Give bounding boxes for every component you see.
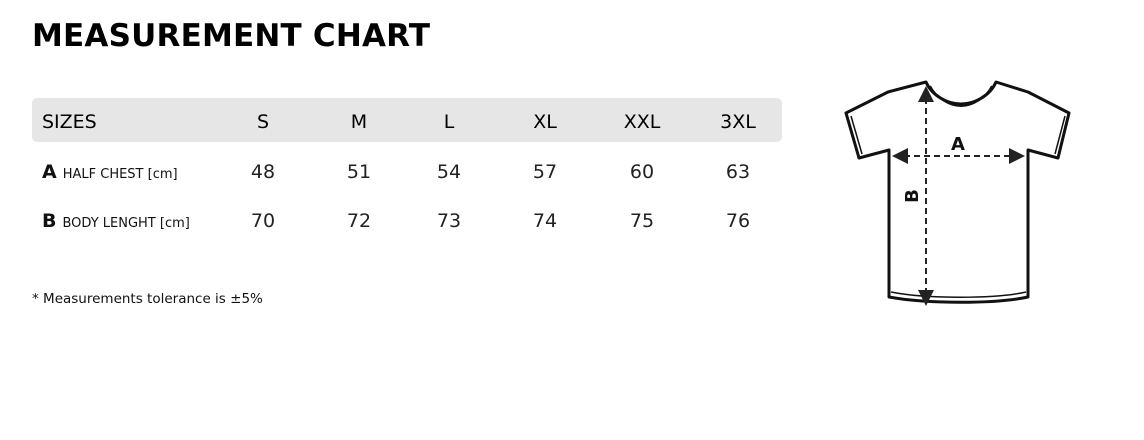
table-cell: 75 [629, 210, 655, 232]
header-size-xxl: XXL [623, 111, 661, 133]
table-cell: 73 [436, 210, 462, 232]
table-cell: 51 [346, 161, 372, 183]
table-cell: 54 [436, 161, 462, 183]
page-title: MEASUREMENT CHART [32, 18, 431, 54]
header-size-3xl: 3XL [720, 111, 756, 133]
tolerance-note: * Measurements tolerance is ±5% [32, 291, 263, 307]
header-size-l: L [443, 111, 455, 133]
tshirt-outline [844, 80, 1071, 304]
row-text-body-length: BODY LENGHT [cm] [62, 216, 190, 231]
row-label-body-length: B BODY LENGHT [cm] [42, 210, 190, 232]
tshirt-icon: A B [844, 80, 1071, 306]
table-cell: 63 [725, 161, 751, 183]
table-cell: 48 [250, 161, 276, 183]
header-sizes-label: SIZES [42, 111, 97, 133]
row-letter-b: B [42, 210, 57, 232]
row-text-half-chest: HALF CHEST [cm] [62, 167, 178, 182]
row-label-half-chest: A HALF CHEST [cm] [42, 161, 178, 183]
header-size-s: S [256, 111, 270, 133]
table-cell: 57 [532, 161, 558, 183]
diagram-label-b: B [902, 189, 923, 203]
table-cell: 76 [725, 210, 751, 232]
diagram-label-a: A [951, 134, 965, 155]
row-letter-a: A [42, 161, 57, 183]
header-size-xl: XL [533, 111, 557, 133]
table-cell: 70 [250, 210, 276, 232]
header-size-m: M [350, 111, 368, 133]
table-cell: 72 [346, 210, 372, 232]
table-cell: 60 [629, 161, 655, 183]
table-cell: 74 [532, 210, 558, 232]
